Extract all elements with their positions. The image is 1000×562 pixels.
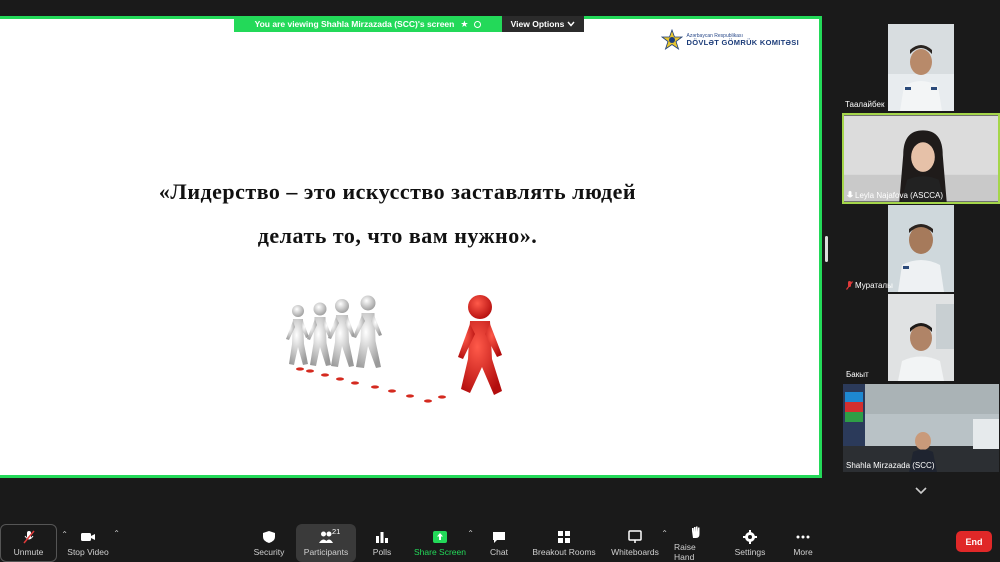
participant-video <box>888 24 954 111</box>
chevron-down-icon <box>567 21 575 27</box>
security-button[interactable]: Security <box>252 524 286 562</box>
participant-tile[interactable]: Бакыт <box>843 294 999 381</box>
polls-label: Polls <box>372 546 392 557</box>
shield-icon <box>263 530 275 543</box>
share-screen-label: Share Screen <box>414 546 466 557</box>
shared-screen: Azərbaycan Respublikası DÖVLƏT GÖMRÜK KO… <box>0 16 822 478</box>
participant-video <box>888 294 954 381</box>
caret-up-icon[interactable]: ⌃ <box>467 529 474 538</box>
participant-name: Leyla Najafova (ASCCA) <box>855 191 944 200</box>
view-options-button[interactable]: View Options <box>502 16 584 32</box>
participant-tile-active-speaker[interactable]: Leyla Najafova (ASCCA) <box>842 113 1000 204</box>
muted-microphone-icon <box>846 281 853 290</box>
participant-tile[interactable]: Таалайбек <box>843 24 999 111</box>
chat-bubble-icon <box>493 531 505 543</box>
breakout-rooms-button[interactable]: Breakout Rooms <box>532 524 596 562</box>
settings-label: Settings <box>734 546 766 557</box>
participant-tile[interactable]: Shahla Mirzazada (SCC) <box>843 384 999 472</box>
participant-video <box>888 205 954 292</box>
end-meeting-button[interactable]: End <box>956 531 992 552</box>
quote-line-1: «Лидерство – это искусство заставлять лю… <box>158 179 637 204</box>
unmute-label: Unmute <box>13 546 44 557</box>
microphone-icon <box>847 191 853 198</box>
participant-video <box>843 384 999 472</box>
whiteboard-icon <box>628 529 642 543</box>
panel-resize-handle[interactable] <box>825 236 828 262</box>
more-label: More <box>793 546 813 557</box>
share-screen-icon <box>433 530 447 543</box>
caret-up-icon[interactable]: ⌃ <box>661 529 668 538</box>
participant-name: Мураталы <box>855 281 893 290</box>
stop-video-label: Stop Video <box>67 546 109 557</box>
participant-name: Таалайбек <box>845 100 885 109</box>
breakout-rooms-label: Breakout Rooms <box>532 546 596 557</box>
participant-name: Бакыт <box>846 370 869 379</box>
whiteboards-label: Whiteboards <box>611 546 659 557</box>
chat-label: Chat <box>490 546 508 557</box>
more-dots-icon <box>796 535 810 538</box>
participant-tile[interactable]: Мураталы <box>843 205 999 292</box>
leader-figures-image <box>286 295 502 403</box>
chat-button[interactable]: Chat <box>486 524 512 562</box>
caret-up-icon[interactable]: ⌃ <box>113 529 120 538</box>
participants-count: 21 <box>332 527 341 536</box>
logo-title: DÖVLƏT GÖMRÜK KOMITƏSI <box>686 37 799 47</box>
breakout-rooms-icon <box>558 530 570 543</box>
gear-icon <box>743 529 757 544</box>
pin-icon[interactable]: ★ <box>460 19 468 30</box>
security-label: Security <box>253 546 285 557</box>
share-screen-button[interactable]: Share Screen ⌃ <box>414 524 474 562</box>
view-options-label: View Options <box>510 19 565 29</box>
viewing-banner-text: You are viewing Shahla Mirzazada (SCC)'s… <box>254 19 455 29</box>
raise-hand-button[interactable]: Raise Hand <box>674 524 718 562</box>
viewing-screen-banner: You are viewing Shahla Mirzazada (SCC)'s… <box>234 16 502 32</box>
quote-line-2: делать то, что вам нужно». <box>257 223 538 248</box>
muted-microphone-icon <box>22 530 35 543</box>
whiteboards-button[interactable]: Whiteboards ⌃ <box>610 524 668 562</box>
unmute-button[interactable]: Unmute ⌃ <box>0 524 68 562</box>
record-icon[interactable] <box>474 20 482 28</box>
raise-hand-label: Raise Hand <box>674 541 696 562</box>
video-camera-icon <box>81 532 95 541</box>
emblem-icon <box>660 29 683 51</box>
stop-video-button[interactable]: Stop Video ⌃ <box>64 524 120 562</box>
bar-chart-icon <box>376 531 388 543</box>
chevron-down-icon[interactable] <box>914 485 928 497</box>
raise-hand-icon <box>692 526 700 538</box>
more-button[interactable]: More <box>790 524 816 562</box>
customs-logo: Azərbaycan Respublikası DÖVLƏT GÖMRÜK KO… <box>660 29 800 51</box>
participant-name: Shahla Mirzazada (SCC) <box>846 461 935 470</box>
meeting-toolbar: Unmute ⌃ Stop Video ⌃ Security 21 Partic… <box>0 524 1000 562</box>
settings-button[interactable]: Settings <box>734 524 766 562</box>
participants-label: Participants <box>303 546 349 557</box>
participant-video <box>844 115 998 202</box>
participants-button[interactable]: 21 Participants <box>296 524 356 562</box>
polls-button[interactable]: Polls <box>370 524 394 562</box>
